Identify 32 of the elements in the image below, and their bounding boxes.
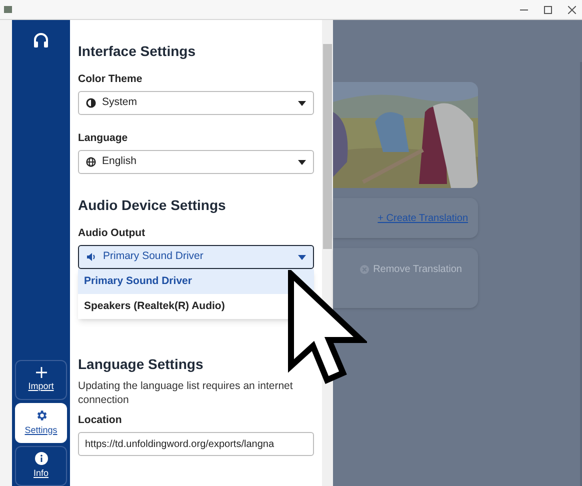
globe-icon (86, 157, 96, 167)
location-field[interactable]: https://td.unfoldingword.org/exports/langna (78, 432, 314, 456)
sidebar-item[interactable]: Info (15, 446, 67, 486)
field-label: Color Theme (78, 72, 144, 86)
cancel-icon (360, 265, 370, 274)
field-label: Location (78, 413, 123, 427)
field-label: Language (78, 131, 129, 145)
info-icon (34, 452, 48, 465)
select-value: System (102, 95, 138, 110)
select-field[interactable]: English (78, 150, 314, 174)
caret-icon (298, 254, 306, 260)
contrast-icon (86, 98, 96, 108)
select-value: English (102, 154, 138, 170)
settings-icon (34, 408, 48, 422)
section-heading: Language Settings (78, 355, 204, 373)
select-value: Primary Sound Driver (103, 249, 204, 264)
sidebar-item[interactable]: Import (15, 360, 67, 400)
speaker-icon (86, 252, 97, 262)
caret-icon (298, 100, 306, 106)
app-icon (4, 6, 12, 13)
caret-icon (298, 160, 306, 164)
maximize-icon[interactable] (544, 6, 552, 14)
select-field[interactable]: System (78, 91, 314, 115)
section-heading: Audio Device Settings (78, 196, 227, 214)
sidebar-item[interactable]: Settings (15, 403, 67, 443)
close-icon[interactable] (568, 6, 576, 14)
section-description: Updating the language list requires an internet connection (78, 379, 294, 407)
headphones-icon (33, 32, 49, 49)
select-field[interactable]: Primary Sound Driver (78, 245, 314, 269)
field-label: Audio Output (78, 226, 146, 240)
plus-icon (36, 366, 46, 378)
section-heading: Interface Settings (78, 42, 196, 60)
